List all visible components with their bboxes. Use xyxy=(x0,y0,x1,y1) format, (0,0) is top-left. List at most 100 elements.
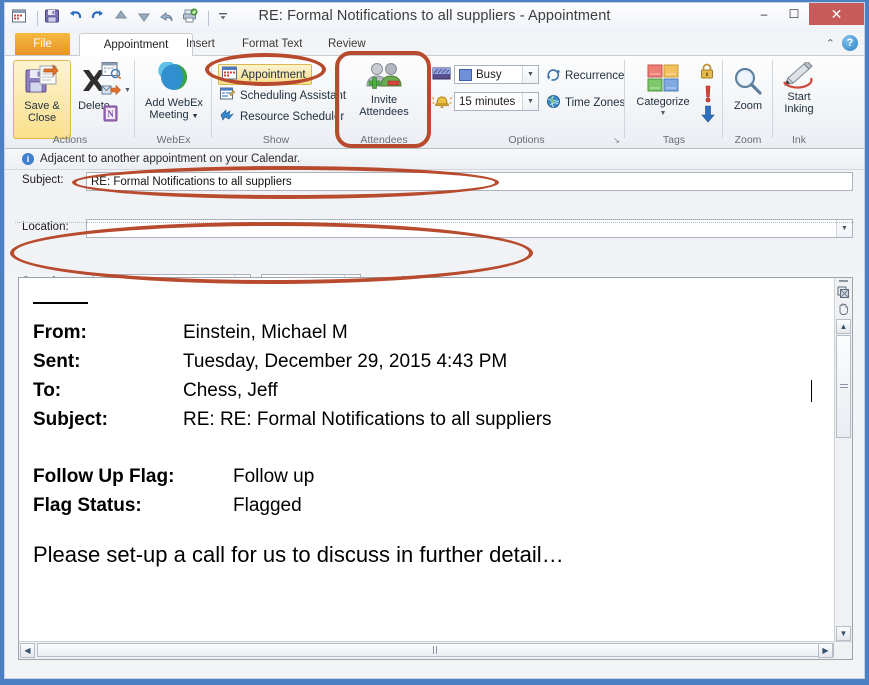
tab-review[interactable]: Review xyxy=(319,33,375,55)
time-zones-icon xyxy=(546,94,561,112)
add-webex-meeting-label: Add WebEx Meeting ▼ xyxy=(145,97,203,121)
reminder-bell-icon xyxy=(431,93,453,116)
forward-button[interactable]: ▼ xyxy=(101,82,131,98)
body-header-row: To: Chess, Jeff xyxy=(33,376,812,405)
ribbon-group-show-label: Show xyxy=(262,134,290,146)
minimize-button[interactable]: – xyxy=(749,3,779,25)
ribbon-group-actions: Save & Close Delete ▼ N Actions xyxy=(5,56,135,148)
categorize-button[interactable]: Categorize ▼ xyxy=(631,62,695,132)
subject-input[interactable]: RE: Formal Notifications to all supplier… xyxy=(86,172,853,191)
scheduling-assistant-button[interactable]: Scheduling Assistant xyxy=(220,87,346,104)
show-as-combo[interactable]: Busy ▼ xyxy=(454,65,539,84)
resource-scheduler-label: Resource Scheduler xyxy=(240,110,345,123)
scroll-left-button[interactable]: ◀ xyxy=(20,643,35,658)
time-zones-label: Time Zones xyxy=(565,97,626,109)
low-importance-button[interactable] xyxy=(700,105,716,128)
info-icon: i xyxy=(22,153,34,165)
from-value: Einstein, Michael M xyxy=(183,322,348,343)
info-bar-message: Adjacent to another appointment on your … xyxy=(40,153,301,165)
subject-label: Subject: xyxy=(22,174,64,186)
reminder-dropdown-icon[interactable]: ▼ xyxy=(522,93,538,110)
ribbon-group-tags-label: Tags xyxy=(662,134,686,146)
scroll-down-button[interactable]: ▼ xyxy=(836,626,851,641)
collapse-ribbon-icon[interactable]: ⌃ xyxy=(826,37,835,50)
follow-up-flag-label: Follow Up Flag: xyxy=(33,466,175,487)
to-value: Chess, Jeff xyxy=(183,380,278,401)
vertical-scrollbar[interactable]: ▲ ▼ xyxy=(834,278,852,642)
help-icon[interactable]: ? xyxy=(842,35,858,51)
ribbon-group-show: Appointment Scheduling Assistant Resourc… xyxy=(212,56,346,148)
calendar-preview-button[interactable] xyxy=(101,61,122,84)
body-subject-label: Subject: xyxy=(33,409,108,430)
location-row: Location: ▼ xyxy=(5,217,864,240)
onenote-button[interactable]: N xyxy=(101,104,121,129)
appointment-window: RE: Formal Notifications to all supplier… xyxy=(0,0,869,685)
options-dialog-launcher[interactable]: ↘ xyxy=(613,136,620,145)
ribbon-group-ink-label: Ink xyxy=(791,134,806,146)
add-webex-meeting-button[interactable]: Add WebEx Meeting ▼ xyxy=(139,62,209,132)
ribbon-group-webex: Add WebEx Meeting ▼ WebEx xyxy=(135,56,212,148)
scroll-up-button[interactable]: ▲ xyxy=(836,319,851,334)
split-bar-handle[interactable] xyxy=(839,280,848,282)
sent-label: Sent: xyxy=(33,351,81,372)
show-as-dropdown-icon[interactable]: ▼ xyxy=(522,66,538,83)
scheduling-assistant-icon xyxy=(220,87,236,104)
private-button[interactable] xyxy=(699,63,715,85)
ribbon-group-attendees: Invite Attendees Attendees xyxy=(340,56,428,148)
invite-attendees-label: Invite Attendees xyxy=(359,94,409,118)
zoom-label: Zoom xyxy=(733,100,763,112)
appointment-icon xyxy=(222,66,237,83)
message-body-area[interactable]: From: Einstein, Michael M Sent: Tuesday,… xyxy=(18,277,853,660)
flag-row: Flag Status: Flagged xyxy=(33,491,812,520)
resource-scheduler-icon xyxy=(220,108,236,125)
ribbon-group-zoom-label: Zoom xyxy=(734,134,762,146)
h-scroll-thumb-grip xyxy=(432,646,439,654)
save-and-close-button[interactable]: Save & Close xyxy=(13,60,71,139)
body-subject-value: RE: RE: Formal Notifications to all supp… xyxy=(183,409,552,430)
vertical-scroll-thumb[interactable] xyxy=(836,335,851,438)
body-header-row: From: Einstein, Michael M xyxy=(33,318,812,347)
title-bar: RE: Formal Notifications to all supplier… xyxy=(5,3,864,33)
ribbon-group-options-label: Options xyxy=(508,134,545,146)
ribbon-group-zoom: Zoom Zoom xyxy=(723,56,773,148)
sent-value: Tuesday, December 29, 2015 4:43 PM xyxy=(183,351,508,372)
appointment-button[interactable]: Appointment xyxy=(218,64,312,85)
subject-row: Subject: RE: Formal Notifications to all… xyxy=(5,170,864,193)
tab-format-text[interactable]: Format Text xyxy=(233,33,312,55)
recurrence-label: Recurrence xyxy=(565,69,625,82)
categorize-dropdown-icon[interactable]: ▼ xyxy=(660,108,667,120)
ribbon-group-ink: Start Inking Ink xyxy=(773,56,825,148)
show-as-icon xyxy=(432,66,452,87)
flag-status-label: Flag Status: xyxy=(33,495,142,516)
reminder-value: 15 minutes xyxy=(459,95,516,108)
ribbon: Save & Close Delete ▼ N Actions Add WebE… xyxy=(5,56,864,149)
pan-hand-icon[interactable] xyxy=(837,302,850,320)
resource-scheduler-button[interactable]: Resource Scheduler xyxy=(220,108,344,125)
tab-appointment[interactable]: Appointment xyxy=(79,33,193,57)
tab-insert[interactable]: Insert xyxy=(177,33,224,55)
ribbon-group-options: Busy ▼ Recurrence 15 minutes ▼ Time Zone… xyxy=(428,56,625,148)
scroll-right-button[interactable]: ▶ xyxy=(818,643,833,658)
ribbon-group-attendees-label: Attendees xyxy=(360,134,408,146)
forward-dropdown-icon[interactable]: ▼ xyxy=(124,87,131,94)
tab-file[interactable]: File xyxy=(15,33,70,55)
close-button[interactable]: ✕ xyxy=(809,3,864,25)
maximize-button[interactable]: ☐ xyxy=(779,3,809,25)
body-header-row: Subject: RE: RE: Formal Notifications to… xyxy=(33,405,812,434)
from-label: From: xyxy=(33,322,87,343)
horizontal-scroll-thumb[interactable] xyxy=(37,643,834,657)
time-zones-button[interactable]: Time Zones xyxy=(546,94,625,112)
horizontal-scrollbar[interactable]: ◀ ▶ xyxy=(19,641,852,659)
ribbon-group-tags: Categorize ▼ Tags xyxy=(625,56,723,148)
follow-up-flag-value: Follow up xyxy=(233,466,315,487)
message-body-text: From: Einstein, Michael M Sent: Tuesday,… xyxy=(33,294,812,568)
flag-status-value: Flagged xyxy=(233,495,302,516)
categorize-label: Categorize xyxy=(636,96,690,108)
save-and-close-label: Save & Close xyxy=(24,100,60,124)
info-bar: i Adjacent to another appointment on you… xyxy=(5,149,864,170)
zoom-button[interactable]: Zoom xyxy=(726,66,770,130)
reminder-combo[interactable]: 15 minutes ▼ xyxy=(454,92,539,111)
recurrence-button[interactable]: Recurrence xyxy=(546,67,624,84)
invite-attendees-button[interactable]: Invite Attendees xyxy=(346,62,422,132)
start-inking-button[interactable]: Start Inking xyxy=(776,62,822,132)
